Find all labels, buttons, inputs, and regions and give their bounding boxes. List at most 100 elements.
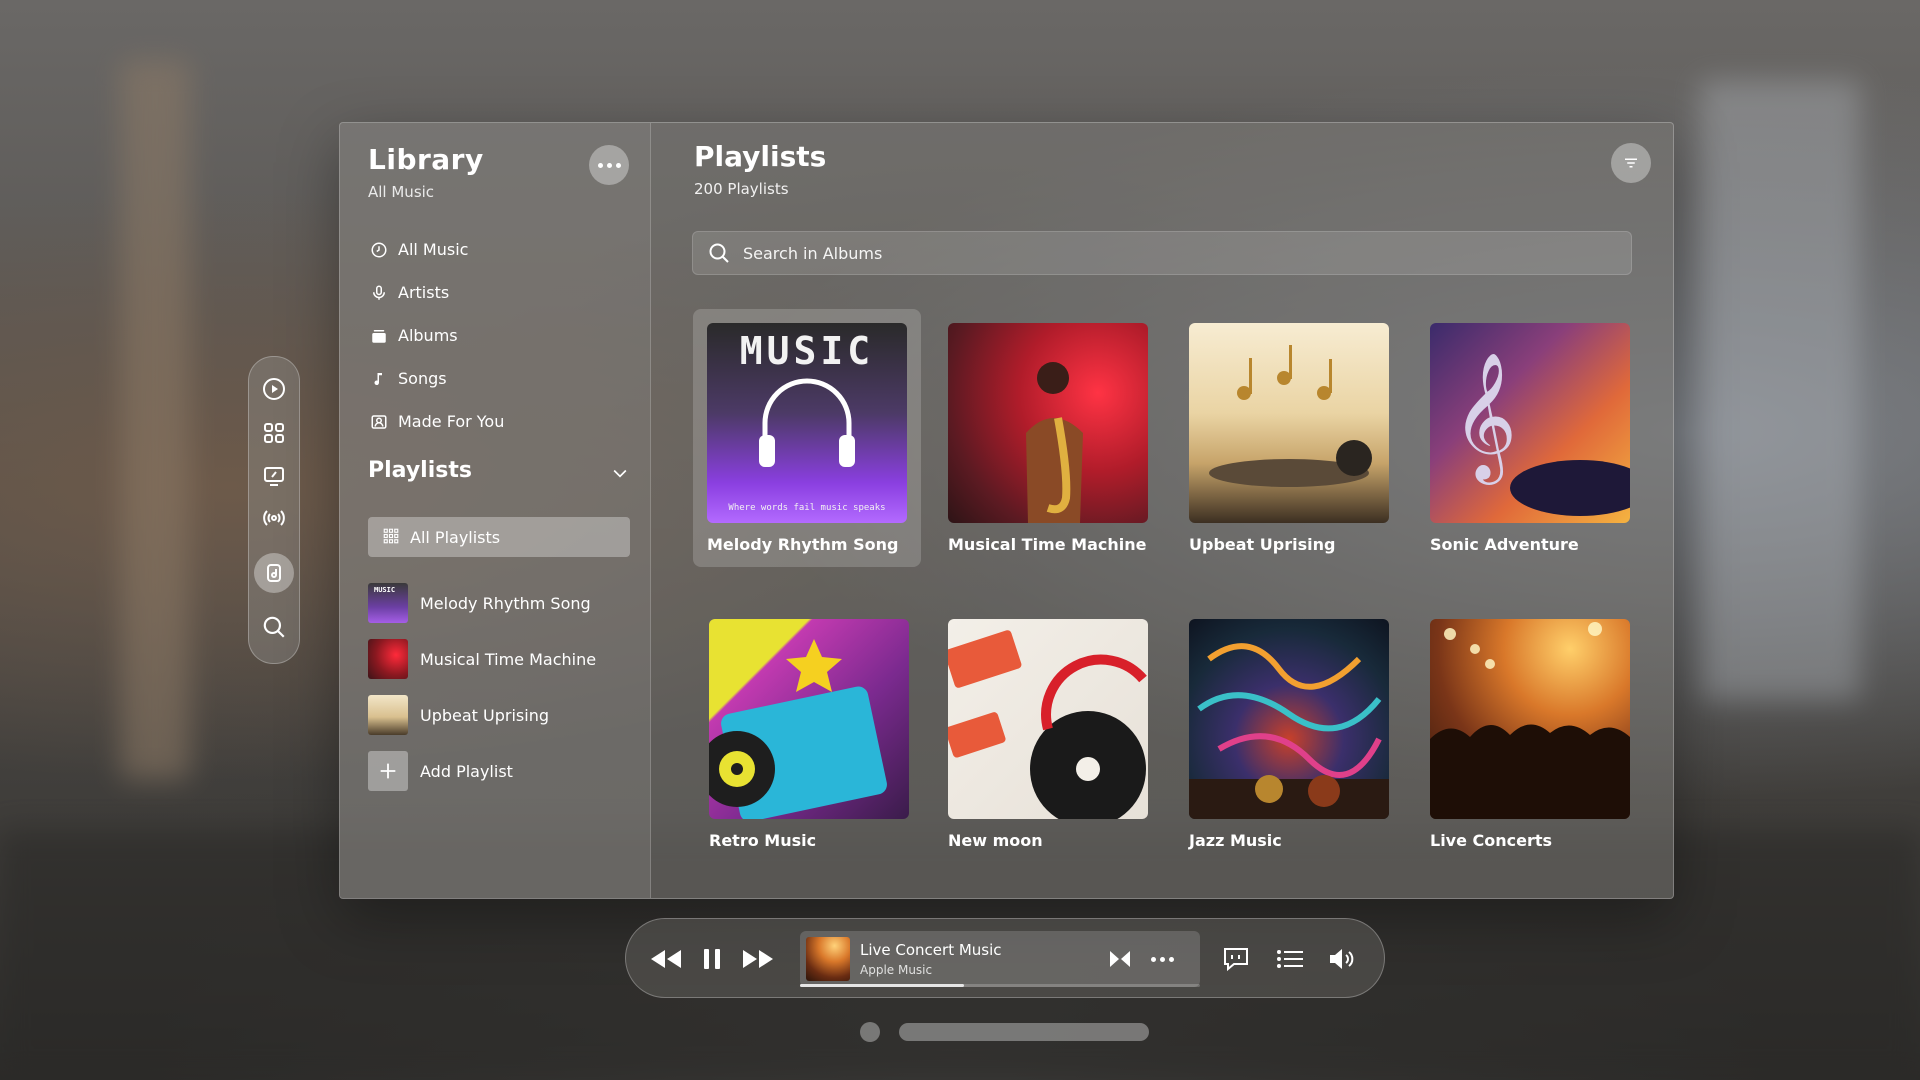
all-playlists-item[interactable]: All Playlists xyxy=(368,517,630,557)
playlist-card[interactable]: Musical Time Machine xyxy=(948,323,1148,554)
playlist-card[interactable]: New moon xyxy=(948,619,1148,850)
background-window-right xyxy=(1700,80,1860,700)
search-icon[interactable] xyxy=(254,607,294,647)
now-playing-artist: Apple Music xyxy=(860,963,933,977)
plus-icon xyxy=(368,751,408,791)
play-circle-icon[interactable] xyxy=(254,369,294,409)
library-window: Library All Music All Music Artists Albu… xyxy=(339,122,1674,899)
nav-item-all-music[interactable]: All Music xyxy=(368,228,628,271)
broadcast-icon[interactable] xyxy=(254,498,294,538)
fast-forward-button[interactable] xyxy=(738,939,778,979)
playlist-card[interactable]: Upbeat Uprising xyxy=(1189,323,1389,554)
grid-icon[interactable] xyxy=(254,413,294,453)
playlist-card-label: Musical Time Machine xyxy=(948,535,1147,554)
nav-item-label: All Music xyxy=(398,240,469,259)
search-input[interactable]: Search in Albums xyxy=(692,231,1632,275)
nav-item-songs[interactable]: Songs xyxy=(368,357,628,400)
turntable-image xyxy=(709,639,887,819)
playlist-card-label: Retro Music xyxy=(709,831,817,850)
playlist-card-label: Sonic Adventure xyxy=(1430,535,1579,554)
playlist-item[interactable]: Upbeat Uprising xyxy=(368,687,630,743)
playlist-item[interactable]: Melody Rhythm Song xyxy=(368,575,630,631)
playlist-card-label: New moon xyxy=(948,831,1043,850)
playlist-artwork: MUSIC Where words fail music speaks xyxy=(707,323,907,523)
playlist-artwork xyxy=(709,619,909,819)
window-grab-bar[interactable] xyxy=(899,1023,1149,1041)
nav-item-label: Artists xyxy=(398,283,450,302)
library-subtitle: All Music xyxy=(368,183,435,201)
grid-dots-icon xyxy=(382,527,402,547)
nav-item-label: Albums xyxy=(398,326,458,345)
pause-icon xyxy=(704,949,720,969)
rewind-button[interactable] xyxy=(646,939,686,979)
playlist-card[interactable]: Jazz Music xyxy=(1189,619,1389,850)
window-close-dot[interactable] xyxy=(860,1022,880,1042)
playlist-card-label: Live Concerts xyxy=(1430,831,1553,850)
all-playlists-label: All Playlists xyxy=(410,527,501,547)
playlist-card-label: Melody Rhythm Song xyxy=(707,535,899,554)
playlist-artwork xyxy=(948,619,1148,819)
saxophone-player-image xyxy=(1026,362,1083,523)
playlist-item[interactable]: Musical Time Machine xyxy=(368,631,630,687)
playlist-count: 200 Playlists xyxy=(694,180,789,198)
nav-item-label: Songs xyxy=(398,369,447,388)
playlist-thumbnail xyxy=(368,639,408,679)
album-icon xyxy=(368,325,390,347)
playlist-card-label: Upbeat Uprising xyxy=(1189,535,1336,554)
fast-forward-icon xyxy=(743,950,773,968)
playlist-item-label: Melody Rhythm Song xyxy=(420,593,591,613)
speaker-icon xyxy=(1330,949,1354,969)
sidebar: Library All Music All Music Artists Albu… xyxy=(340,123,651,898)
add-playlist-label: Add Playlist xyxy=(420,761,513,781)
playlist-artwork xyxy=(1189,619,1389,819)
now-playing-title: Live Concert Music xyxy=(860,941,1002,959)
clock-icon xyxy=(368,239,390,261)
playlist-artwork: 𝄞 xyxy=(1430,323,1630,523)
chevron-down-icon[interactable] xyxy=(610,463,630,483)
now-playing-artwork xyxy=(806,937,850,981)
volume-button[interactable] xyxy=(1322,939,1362,979)
search-placeholder: Search in Albums xyxy=(743,243,883,263)
background-beam-left xyxy=(120,60,190,780)
playlist-card[interactable]: MUSIC Where words fail music speaks Melo… xyxy=(693,309,921,567)
nav-item-label: Made For You xyxy=(398,412,505,431)
lyrics-button[interactable] xyxy=(1216,939,1256,979)
music-library-icon[interactable] xyxy=(254,553,294,593)
nav-item-made-for-you[interactable]: Made For You xyxy=(368,400,628,443)
airplay-button[interactable] xyxy=(1100,939,1140,979)
progress-fill xyxy=(800,984,964,987)
playlist-card[interactable]: Retro Music xyxy=(709,619,909,850)
now-playing-more-button[interactable] xyxy=(1142,939,1182,979)
library-title: Library xyxy=(368,143,484,176)
playlist-card[interactable]: Live Concerts xyxy=(1430,619,1630,850)
headphones-icon xyxy=(759,378,855,467)
svg-text:𝄞: 𝄞 xyxy=(1452,351,1517,485)
person-card-icon xyxy=(368,411,390,433)
filter-icon xyxy=(1625,158,1637,168)
playlists-content: Playlists 200 Playlists Search in Albums… xyxy=(651,123,1673,898)
more-options-button[interactable] xyxy=(589,145,629,185)
playlists-section-title: Playlists xyxy=(368,458,472,483)
headphones-vinyl-image xyxy=(948,630,1147,819)
now-playing[interactable]: Live Concert Music Apple Music xyxy=(800,931,1200,987)
queue-button[interactable] xyxy=(1270,939,1310,979)
progress-track[interactable] xyxy=(800,984,1200,987)
pause-button[interactable] xyxy=(692,939,732,979)
playlist-list: Melody Rhythm Song Musical Time Machine … xyxy=(368,575,630,799)
nav-item-albums[interactable]: Albums xyxy=(368,314,628,357)
list-icon xyxy=(1277,950,1303,968)
playlist-thumbnail xyxy=(368,583,408,623)
nav-item-artists[interactable]: Artists xyxy=(368,271,628,314)
add-playlist-button[interactable]: Add Playlist xyxy=(368,743,630,799)
filter-button[interactable] xyxy=(1611,143,1651,183)
playlist-thumbnail xyxy=(368,695,408,735)
playlist-card[interactable]: 𝄞 Sonic Adventure xyxy=(1430,323,1630,554)
library-nav: All Music Artists Albums Songs Made For … xyxy=(368,228,628,443)
playlist-item-label: Upbeat Uprising xyxy=(420,705,549,725)
lyrics-bubble-icon xyxy=(1224,948,1248,972)
playlist-artwork xyxy=(1189,323,1389,523)
tool-rail xyxy=(248,356,300,664)
video-screen-icon[interactable] xyxy=(254,456,294,496)
music-note-icon xyxy=(368,368,390,390)
player-bar: Live Concert Music Apple Music xyxy=(625,918,1385,998)
